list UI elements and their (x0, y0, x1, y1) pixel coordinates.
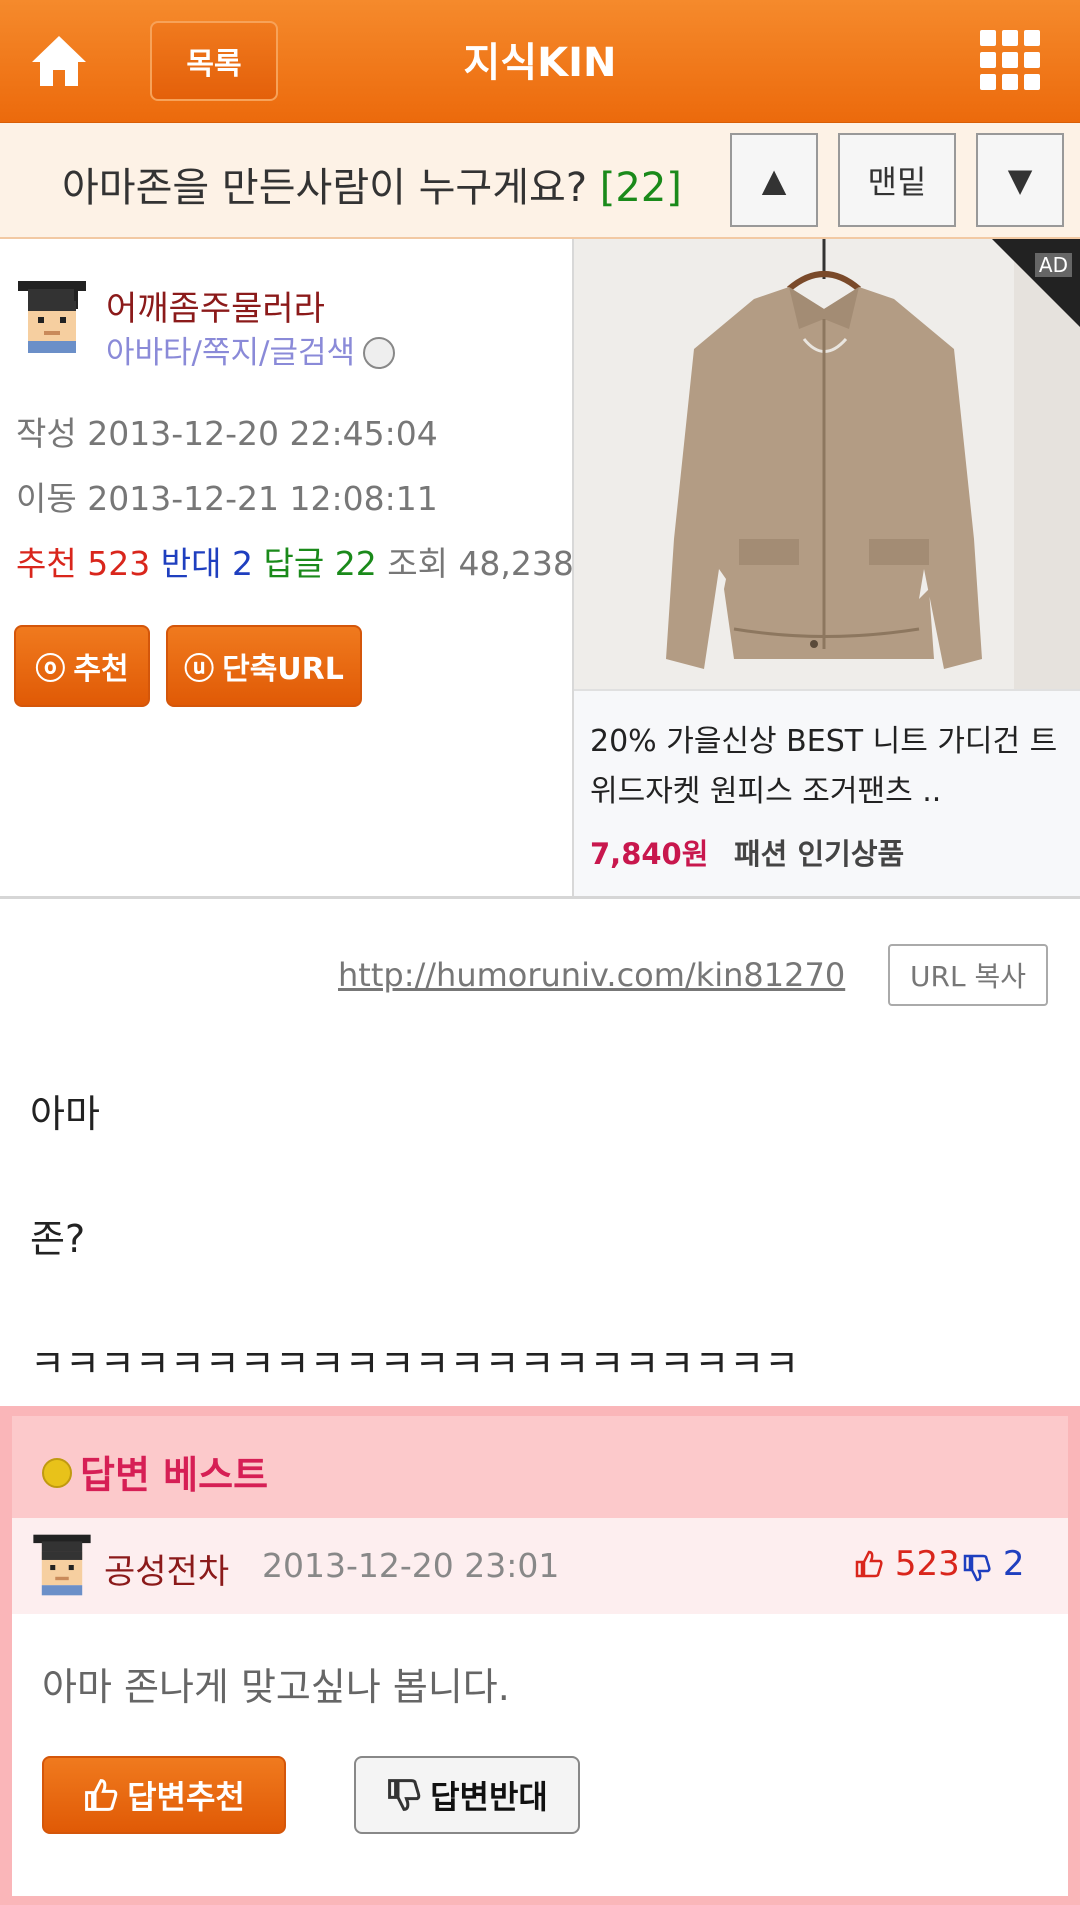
top-bar: 목록 지식KIN (0, 0, 1080, 123)
best-answer-card: 답변 베스트 공성전차 2013-12-20 23:01 523 2 아마 존나… (12, 1416, 1068, 1896)
question-reply-count: [22] (599, 165, 682, 211)
question-bar: 아마존을 만든사람이 누구게요? [22] ▲ 맨밑 ▼ (0, 123, 1080, 239)
medal-icon (42, 1458, 72, 1488)
grid-menu-icon[interactable] (980, 30, 1040, 90)
author-panel: 어깨좀주물러라 아바타/쪽지/글검색 작성 2013-12-20 22:45:0… (0, 239, 574, 896)
question-title: 아마존을 만든사람이 누구게요? [22] (62, 155, 682, 213)
medal-icon (363, 336, 396, 369)
recommend-stat-label: 추천 (16, 544, 77, 583)
ad-price: 7,840원 (590, 837, 709, 871)
short-url-button-label: 단축URL (222, 652, 344, 687)
divider (0, 896, 1080, 899)
post-body-line: ㅋㅋㅋㅋㅋㅋㅋㅋㅋㅋㅋㅋㅋㅋㅋㅋㅋㅋㅋㅋㅋㅋ (30, 1342, 800, 1386)
reply-stat-value: 22 (334, 544, 377, 583)
moved-label: 이동 (16, 479, 77, 518)
scroll-bottom-button[interactable]: 맨밑 (838, 133, 956, 227)
ad-category: 패션 인기상품 (734, 837, 905, 871)
answer-oppose-button[interactable]: 답변반대 (354, 1756, 580, 1834)
question-title-text: 아마존을 만든사람이 누구게요? (62, 165, 588, 211)
answer-down-value: 2 (1002, 1544, 1025, 1584)
oppose-stat-label: 반대 (160, 544, 222, 583)
recommend-button-label: 추천 (73, 652, 129, 687)
best-answer-header: 답변 베스트 (12, 1416, 1068, 1518)
thumbs-up-icon (855, 1550, 883, 1578)
recommend-button[interactable]: ⓞ 추천 (14, 625, 150, 707)
short-url-button[interactable]: ⓤ 단축URL (166, 625, 362, 707)
answer-date: 2013-12-20 23:01 (262, 1546, 560, 1585)
answer-recommend-label: 답변추천 (127, 1778, 245, 1816)
answer-up-count: 523 (854, 1544, 960, 1584)
answer-oppose-label: 답변반대 (430, 1778, 548, 1816)
best-answer-title: 답변 베스트 (80, 1453, 269, 1497)
author-links[interactable]: 아바타/쪽지/글검색 (106, 327, 396, 372)
ad-panel[interactable]: AD 20% 가을신상 BEST 니트 가디건 트위드자켓 원피스 조거팬츠 .… (572, 239, 1080, 896)
moved-date: 이동 2013-12-21 12:08:11 (16, 472, 438, 520)
app-title: 지식KIN (463, 40, 617, 86)
best-answer-section: 답변 베스트 공성전차 2013-12-20 23:01 523 2 아마 존나… (0, 1406, 1080, 1905)
answer-recommend-button[interactable]: 답변추천 (42, 1756, 286, 1834)
answer-header: 공성전차 2013-12-20 23:01 523 2 (12, 1518, 1068, 1614)
thumbs-up-icon (85, 1779, 118, 1811)
ad-title[interactable]: 20% 가을신상 BEST 니트 가디건 트위드자켓 원피스 조거팬츠 .. (590, 717, 1070, 817)
author-nickname[interactable]: 어깨좀주물러라 (106, 281, 325, 330)
answer-body: 아마 존나게 맞고싶나 봅니다. (42, 1665, 510, 1709)
reply-stat-label: 답글 (263, 544, 325, 583)
post-stats: 추천 523 반대 2 답글 22 조회 48,238 (16, 537, 574, 585)
oppose-stat-value: 2 (231, 544, 253, 583)
thumbs-down-icon (388, 1779, 421, 1811)
post-url-link[interactable]: http://humoruniv.com/kin81270 (338, 956, 845, 994)
scroll-down-button[interactable]: ▼ (976, 133, 1064, 227)
answer-down-count: 2 (962, 1544, 1024, 1584)
short-url-icon: ⓤ (184, 652, 215, 687)
avatar[interactable] (14, 279, 90, 355)
ad-badge: AD (1034, 253, 1072, 277)
answer-nickname[interactable]: 공성전차 (104, 1544, 229, 1593)
ad-image[interactable]: AD (574, 239, 1080, 691)
thumbs-down-icon (963, 1554, 991, 1582)
answer-avatar[interactable] (30, 1530, 106, 1606)
written-date: 작성 2013-12-20 22:45:04 (16, 407, 438, 455)
post-body-line: 존? (30, 1217, 86, 1261)
moved-value: 2013-12-21 12:08:11 (87, 479, 438, 518)
scroll-up-button[interactable]: ▲ (730, 133, 818, 227)
views-stat-label: 조회 (387, 544, 448, 583)
views-stat-value: 48,238 (458, 544, 574, 583)
written-label: 작성 (16, 414, 77, 453)
written-value: 2013-12-20 22:45:04 (87, 414, 438, 453)
answer-up-value: 523 (894, 1544, 960, 1584)
recommend-stat-value: 523 (87, 544, 151, 583)
recommend-icon: ⓞ (35, 652, 66, 687)
url-copy-button[interactable]: URL 복사 (888, 944, 1048, 1006)
author-links-text[interactable]: 아바타/쪽지/글검색 (106, 335, 355, 371)
post-body-line: 아마 (30, 1092, 100, 1136)
